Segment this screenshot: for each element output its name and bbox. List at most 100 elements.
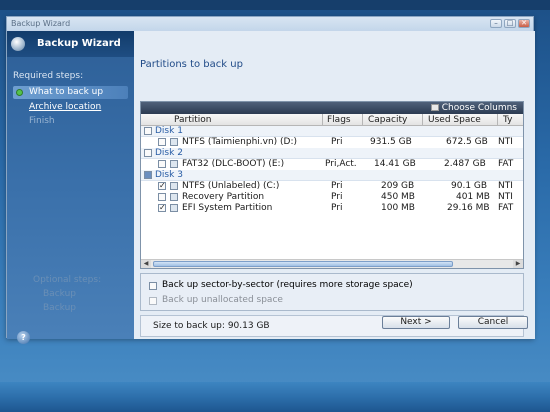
- partition-capacity: 14.41 GB: [374, 159, 416, 169]
- grid-header: Partition Flags Capacity Used Space Ty: [141, 114, 523, 126]
- partition-flags: Pri: [331, 137, 343, 147]
- window-controls: – □ ✕: [490, 19, 530, 28]
- cancel-button[interactable]: Cancel: [458, 316, 528, 329]
- required-steps-label: Required steps:: [13, 71, 84, 81]
- scroll-right-icon[interactable]: ▶: [513, 260, 523, 268]
- current-step-icon: [16, 89, 23, 96]
- column-header-used-space[interactable]: Used Space: [428, 115, 481, 125]
- partition-flags: Pri: [331, 203, 343, 213]
- partition-checkbox[interactable]: [158, 160, 166, 168]
- step-what-to-back-up[interactable]: What to back up: [13, 86, 128, 99]
- disk-row[interactable]: Disk 1: [141, 126, 523, 137]
- step-archive-location[interactable]: Archive location: [13, 101, 128, 114]
- partition-row[interactable]: ✓ NTFS (Unlabeled) (C:) Pri 209 GB 90.1 …: [141, 181, 523, 192]
- scroll-left-icon[interactable]: ◀: [141, 260, 151, 268]
- sidebar-header: Backup Wizard: [7, 31, 134, 57]
- partition-name: Recovery Partition: [182, 192, 265, 202]
- column-header-flags[interactable]: Flags: [327, 115, 351, 125]
- step-label: Finish: [29, 116, 55, 126]
- choose-columns-label: Choose Columns: [441, 103, 517, 113]
- partition-icon: [170, 204, 178, 212]
- close-button[interactable]: ✕: [518, 19, 530, 28]
- partition-icon: [170, 160, 178, 168]
- column-header-type[interactable]: Ty: [503, 115, 512, 125]
- partitions-grid: Choose Columns Partition Flags Capacity …: [140, 101, 524, 269]
- partition-checkbox[interactable]: ✓: [158, 204, 166, 212]
- optional-step[interactable]: Backup: [43, 289, 76, 299]
- partition-capacity: 931.5 GB: [370, 137, 412, 147]
- window-title: Backup Wizard: [11, 19, 71, 28]
- step-label: What to back up: [29, 87, 104, 97]
- partition-used-space: 401 MB: [456, 192, 490, 202]
- partition-name: EFI System Partition: [182, 203, 273, 213]
- partition-type: FAT: [498, 203, 514, 213]
- horizontal-scrollbar[interactable]: ◀ ▶: [141, 259, 523, 268]
- unallocated-space-label: Back up unallocated space: [162, 295, 283, 305]
- wizard-footer: Next > Cancel: [134, 316, 535, 338]
- sidebar-title: Backup Wizard: [37, 38, 121, 49]
- disk-checkbox[interactable]: [144, 171, 152, 179]
- disk-label: Disk 3: [155, 170, 183, 180]
- partition-checkbox[interactable]: [158, 193, 166, 201]
- partition-row[interactable]: Recovery Partition Pri 450 MB 401 MB NTI: [141, 192, 523, 203]
- step-label: Archive location: [29, 102, 102, 112]
- column-separator[interactable]: [422, 114, 423, 126]
- partition-used-space: 29.16 MB: [447, 203, 490, 213]
- disk-checkbox[interactable]: [144, 149, 152, 157]
- page-title: Partitions to back up: [140, 59, 243, 70]
- partition-checkbox[interactable]: ✓: [158, 182, 166, 190]
- partition-flags: Pri: [331, 192, 343, 202]
- wizard-sidebar: Backup Wizard Required steps: What to ba…: [7, 31, 134, 344]
- column-header-capacity[interactable]: Capacity: [368, 115, 407, 125]
- partition-type: FAT: [498, 159, 514, 169]
- disk-label: Disk 2: [155, 148, 183, 158]
- choose-columns-button[interactable]: Choose Columns: [430, 103, 517, 113]
- backup-wizard-icon: [11, 37, 25, 51]
- grid-toolbar: Choose Columns: [141, 102, 523, 114]
- partition-icon: [170, 193, 178, 201]
- partition-type: NTI: [498, 181, 513, 191]
- columns-icon: [430, 104, 439, 111]
- help-icon[interactable]: ?: [17, 331, 30, 344]
- partition-capacity: 100 MB: [381, 203, 415, 213]
- desktop-background: [0, 382, 550, 412]
- column-header-partition[interactable]: Partition: [174, 115, 212, 125]
- partition-name: FAT32 (DLC-BOOT) (E:): [182, 159, 285, 169]
- partition-row[interactable]: FAT32 (DLC-BOOT) (E:) Pri,Act. 14.41 GB …: [141, 159, 523, 170]
- column-separator[interactable]: [497, 114, 498, 126]
- partition-name: NTFS (Unlabeled) (C:): [182, 181, 280, 191]
- partition-used-space: 90.1 GB: [451, 181, 488, 191]
- partition-name: NTFS (Taimienphi.vn) (D:): [182, 137, 298, 147]
- scrollbar-thumb[interactable]: [153, 261, 453, 267]
- partition-row[interactable]: ✓ EFI System Partition Pri 100 MB 29.16 …: [141, 203, 523, 214]
- main-panel: Partitions to back up Choose Columns Par…: [134, 31, 535, 339]
- partition-used-space: 2.487 GB: [444, 159, 486, 169]
- desktop-top-bar: [0, 0, 550, 10]
- partition-flags: Pri,Act.: [325, 159, 357, 169]
- sector-by-sector-checkbox[interactable]: [149, 282, 157, 290]
- partition-icon: [170, 138, 178, 146]
- column-separator[interactable]: [322, 114, 323, 126]
- partition-used-space: 672.5 GB: [446, 137, 488, 147]
- optional-steps-label: Optional steps:: [33, 275, 102, 285]
- disk-label: Disk 1: [155, 126, 183, 136]
- next-button[interactable]: Next >: [382, 316, 450, 329]
- partition-checkbox[interactable]: [158, 138, 166, 146]
- maximize-button[interactable]: □: [504, 19, 516, 28]
- minimize-button[interactable]: –: [490, 19, 502, 28]
- column-separator[interactable]: [362, 114, 363, 126]
- title-bar: Backup Wizard – □ ✕: [7, 17, 533, 31]
- partition-capacity: 450 MB: [381, 192, 415, 202]
- partition-type: NTI: [498, 192, 513, 202]
- backup-options-panel: Back up sector-by-sector (requires more …: [140, 273, 524, 311]
- sector-by-sector-label: Back up sector-by-sector (requires more …: [162, 280, 413, 290]
- partition-flags: Pri: [331, 181, 343, 191]
- partition-row[interactable]: NTFS (Taimienphi.vn) (D:) Pri 931.5 GB 6…: [141, 137, 523, 148]
- disk-row[interactable]: Disk 2: [141, 148, 523, 159]
- partition-capacity: 209 GB: [381, 181, 415, 191]
- partition-icon: [170, 182, 178, 190]
- step-finish: Finish: [13, 115, 128, 128]
- disk-row[interactable]: Disk 3: [141, 170, 523, 181]
- disk-checkbox[interactable]: [144, 127, 152, 135]
- optional-step[interactable]: Backup: [43, 303, 76, 313]
